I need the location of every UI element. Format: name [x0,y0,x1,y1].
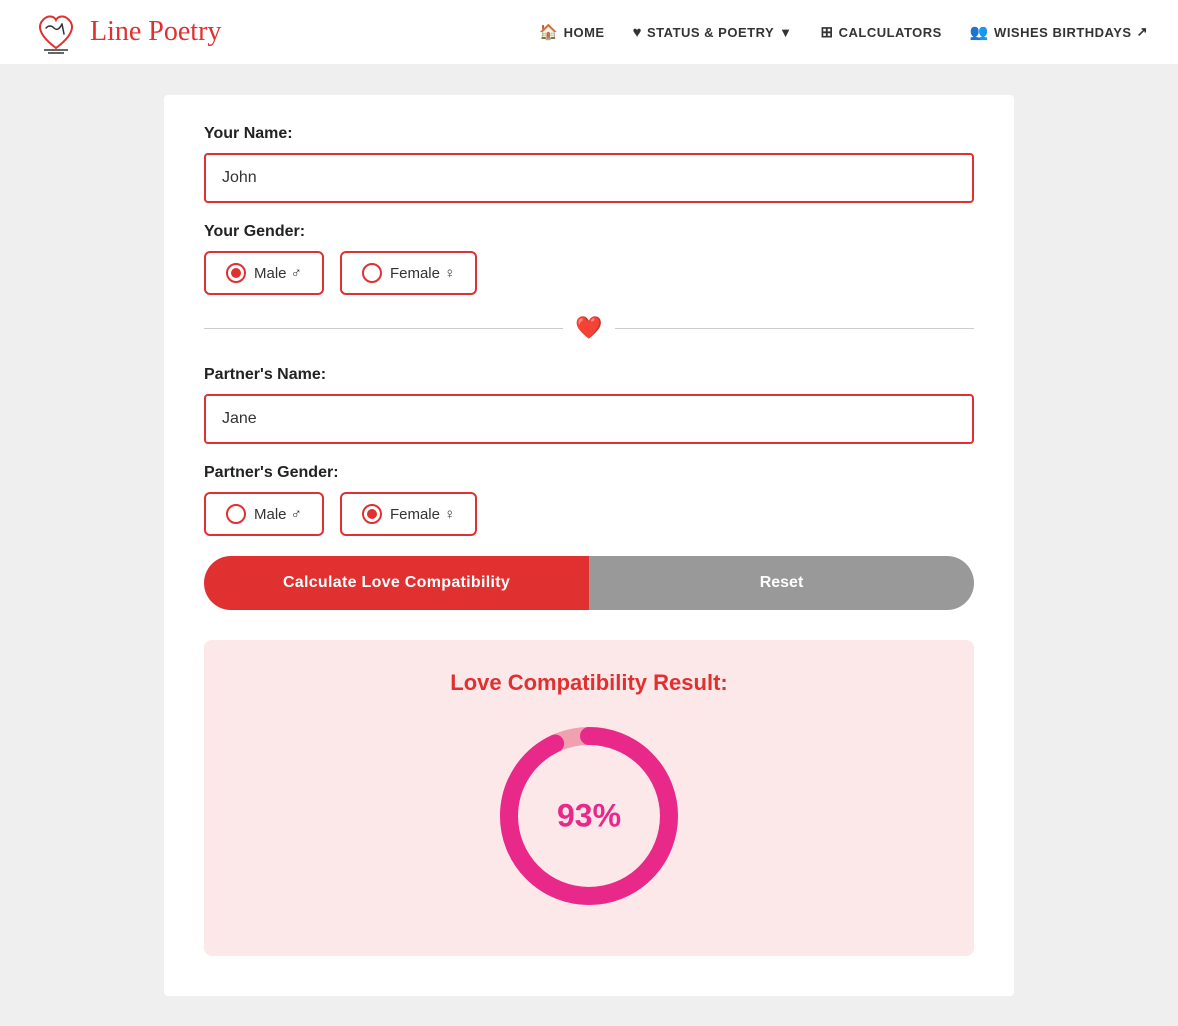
navbar: Line Poetry 🏠 HOME ♥ STATUS & POETRY ▼ ⊞… [0,0,1178,65]
nav-item-home[interactable]: 🏠 HOME [539,23,604,41]
partner-gender-female-label: Female ♀ [390,506,455,523]
partner-name-field-group: Partner's Name: [204,366,974,464]
your-gender-field-group: Your Gender: Male ♂ Female ♀ [204,223,974,295]
sidebar-right [1014,95,1144,996]
heart-nav-icon: ♥ [633,24,642,41]
nav-item-status-poetry[interactable]: ♥ STATUS & POETRY ▼ [633,24,793,41]
partner-gender-options: Male ♂ Female ♀ [204,492,974,536]
your-gender-male-radio[interactable] [226,263,246,283]
birthday-icon: 👥 [970,23,989,41]
result-title: Love Compatibility Result: [224,670,954,696]
your-name-label: Your Name: [204,125,974,143]
partner-gender-field-group: Partner's Gender: Male ♂ Female ♀ [204,464,974,536]
your-name-input[interactable] [204,153,974,203]
partner-name-label: Partner's Name: [204,366,974,384]
logo[interactable]: Line Poetry [30,6,221,58]
your-gender-male-label: Male ♂ [254,265,302,282]
your-gender-options: Male ♂ Female ♀ [204,251,974,295]
logo-icon [30,6,82,58]
nav-item-wishes-birthdays[interactable]: 👥 WISHES BIRTHDAYS ↗ [970,23,1148,41]
donut-percentage: 93% [557,798,621,835]
result-box: Love Compatibility Result: 93% [204,640,974,956]
dropdown-arrow-icon: ▼ [779,25,792,40]
heart-divider: ❤️ [204,315,974,341]
nav-link-calculators[interactable]: ⊞ CALCULATORS [821,23,942,41]
nav-link-home[interactable]: 🏠 HOME [539,23,604,41]
your-gender-female[interactable]: Female ♀ [340,251,477,295]
partner-gender-male-label: Male ♂ [254,506,302,523]
sidebar-left [34,95,164,996]
page-wrapper: Your Name: Your Gender: Male ♂ Female ♀ … [0,65,1178,1026]
your-gender-label: Your Gender: [204,223,974,241]
external-link-icon: ↗ [1137,24,1148,40]
nav-link-status-poetry[interactable]: ♥ STATUS & POETRY ▼ [633,24,793,41]
donut-chart: 93% [489,716,689,916]
your-name-field-group: Your Name: [204,125,974,223]
heart-divider-icon: ❤️ [575,315,602,341]
partner-gender-male[interactable]: Male ♂ [204,492,324,536]
nav-link-wishes-birthdays[interactable]: 👥 WISHES BIRTHDAYS ↗ [970,23,1148,41]
partner-gender-female-radio[interactable] [362,504,382,524]
your-gender-male[interactable]: Male ♂ [204,251,324,295]
partner-gender-female[interactable]: Female ♀ [340,492,477,536]
reset-button[interactable]: Reset [589,556,974,610]
nav-links: 🏠 HOME ♥ STATUS & POETRY ▼ ⊞ CALCULATORS… [539,23,1148,41]
button-row: Calculate Love Compatibility Reset [204,556,974,610]
calculate-button[interactable]: Calculate Love Compatibility [204,556,589,610]
nav-item-calculators[interactable]: ⊞ CALCULATORS [821,23,942,41]
logo-text: Line Poetry [90,16,221,48]
partner-name-input[interactable] [204,394,974,444]
your-gender-female-radio[interactable] [362,263,382,283]
calculator-icon: ⊞ [821,23,834,41]
partner-gender-male-radio[interactable] [226,504,246,524]
home-icon: 🏠 [539,23,558,41]
partner-gender-label: Partner's Gender: [204,464,974,482]
main-content: Your Name: Your Gender: Male ♂ Female ♀ … [164,95,1014,996]
your-gender-female-label: Female ♀ [390,265,455,282]
donut-wrapper: 93% [224,716,954,916]
